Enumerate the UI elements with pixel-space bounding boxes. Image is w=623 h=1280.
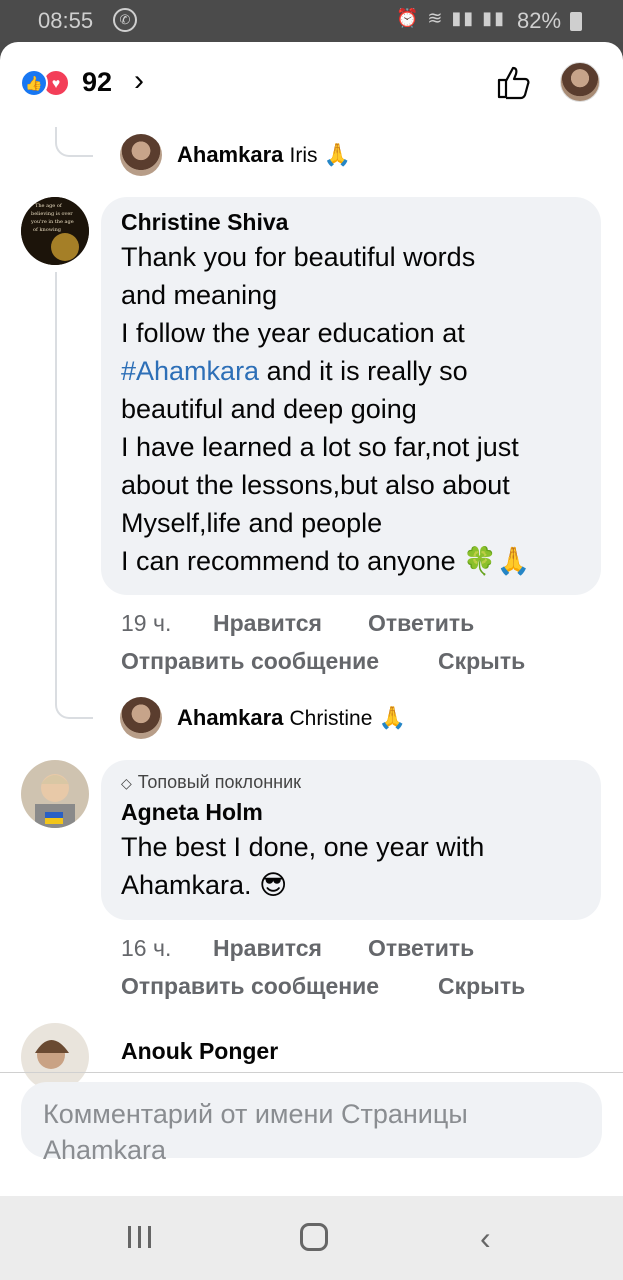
reactions-summary[interactable]: 👍 ♥ xyxy=(20,69,78,97)
christine-avatar[interactable]: The age of believing is over you're in t… xyxy=(21,197,89,265)
back-button[interactable]: ‹ xyxy=(480,1220,491,1257)
comment-text-part: Thank you for beautiful words and meanin… xyxy=(121,242,476,348)
comment-text: Thank you for beautiful words and meanin… xyxy=(121,238,581,580)
comments-sheet: 👍 ♥ 92 › Ahamkara Iris 🙏 The age of beli… xyxy=(0,42,623,1196)
comment-text-part: and it is really so beautiful and deep g… xyxy=(121,356,519,576)
comment-input-placeholder: Комментарий от имени Страницы Ahamkara xyxy=(43,1099,468,1165)
svg-text:you're in the age: you're in the age xyxy=(30,219,74,225)
send-message-button[interactable]: Отправить сообщение xyxy=(121,973,379,1000)
like-button[interactable]: Нравится xyxy=(213,610,322,637)
comment-bubble-christine[interactable]: Christine Shiva Thank you for beautiful … xyxy=(101,197,601,595)
comment-author[interactable]: Christine Shiva xyxy=(121,209,581,236)
send-message-button[interactable]: Отправить сообщение xyxy=(121,648,379,675)
reply-mention: Iris xyxy=(289,144,318,167)
status-bar: 08:55 ✆ ⏰ ≋ ▮▮ ▮▮ 82% xyxy=(0,0,623,42)
hashtag-link[interactable]: #Ahamkara xyxy=(121,356,259,386)
sunglasses-emoji: 😎 xyxy=(259,870,288,900)
clover-pray-emoji: 🍀🙏 xyxy=(463,546,531,576)
ahamkara-avatar[interactable] xyxy=(120,697,162,739)
comment-author[interactable]: Anouk Ponger xyxy=(121,1038,278,1065)
comment-author[interactable]: Agneta Holm xyxy=(121,799,581,826)
diamond-icon: ◇ xyxy=(121,775,132,791)
reply-text: Ahamkara Iris 🙏 xyxy=(177,142,351,168)
anouk-avatar-image xyxy=(21,1023,89,1091)
pray-emoji: 🙏 xyxy=(323,142,352,167)
ahamkara-avatar[interactable] xyxy=(120,134,162,176)
svg-text:The age of: The age of xyxy=(35,203,63,209)
svg-text:of knowing: of knowing xyxy=(33,227,62,233)
recent-apps-button[interactable] xyxy=(128,1226,154,1248)
reply-button[interactable]: Ответить xyxy=(368,935,474,962)
agneta-avatar-image xyxy=(21,760,89,828)
composer-divider xyxy=(0,1072,623,1073)
comment-bubble-agneta[interactable]: ◇ Топовый поклонник Agneta Holm The best … xyxy=(101,760,601,920)
home-button[interactable] xyxy=(300,1223,328,1251)
reply-author[interactable]: Ahamkara xyxy=(177,142,283,167)
pray-emoji: 🙏 xyxy=(378,705,406,730)
reaction-count[interactable]: 92 xyxy=(82,67,112,98)
christine-avatar-image: The age of believing is over you're in t… xyxy=(21,197,89,265)
battery-icon xyxy=(570,12,582,31)
comment-time[interactable]: 19 ч. xyxy=(121,610,171,637)
like-button[interactable]: Нравится xyxy=(213,935,322,962)
reply-author[interactable]: Ahamkara xyxy=(177,705,283,730)
anouk-avatar[interactable] xyxy=(21,1023,89,1091)
comment-text: The best I done, one year with Ahamkara.… xyxy=(121,828,581,904)
reply-mention: Christine xyxy=(289,707,373,730)
badge-label: Топовый поклонник xyxy=(137,772,302,792)
page-avatar[interactable] xyxy=(560,62,600,102)
comment-text-part: The best I done, one year with Ahamkara. xyxy=(121,832,485,900)
agneta-avatar[interactable] xyxy=(21,760,89,828)
thread-connector xyxy=(55,127,93,157)
reply-button[interactable]: Ответить xyxy=(368,610,474,637)
reply-text: Ahamkara Christine 🙏 xyxy=(177,705,406,731)
battery-percent: 82% xyxy=(517,8,562,33)
thumbs-up-outline-icon[interactable] xyxy=(496,64,532,100)
reactions-header: 👍 ♥ 92 › xyxy=(0,42,623,122)
hide-button[interactable]: Скрыть xyxy=(438,648,525,675)
hide-button[interactable]: Скрыть xyxy=(438,973,525,1000)
chevron-right-icon[interactable]: › xyxy=(134,64,144,98)
comment-input[interactable]: Комментарий от имени Страницы Ahamkara xyxy=(21,1082,602,1165)
system-nav-bar: ‹ xyxy=(0,1196,623,1280)
like-reaction-icon: 👍 xyxy=(20,69,48,97)
comment-time[interactable]: 16 ч. xyxy=(121,935,171,962)
whatsapp-icon: ✆ xyxy=(113,8,137,32)
status-time: 08:55 xyxy=(38,8,94,33)
signal-icons: ⏰ ≋ ▮▮ ▮▮ xyxy=(396,8,507,28)
svg-text:believing is over: believing is over xyxy=(31,211,73,217)
thread-connector xyxy=(55,272,93,719)
top-fan-badge: ◇ Топовый поклонник xyxy=(121,772,581,793)
